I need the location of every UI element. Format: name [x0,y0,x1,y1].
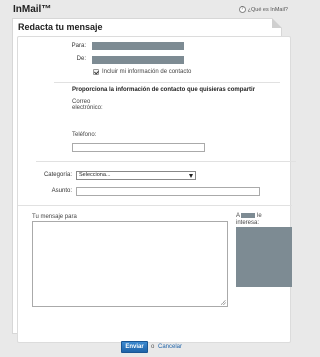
contact-heading: Proporciona la información de contacto q… [72,87,256,93]
compose-form: Para: De: Incluir mi información de cont… [17,36,296,343]
message-textarea[interactable] [32,221,228,307]
email-label: Correo electrónico: [72,99,103,111]
cancel-link[interactable]: Cancelar [158,344,182,350]
category-label: Categoría: [43,172,72,178]
sidebar-suffix: le [257,213,262,220]
send-button[interactable]: Enviar [121,341,148,353]
category-select[interactable]: Selecciona... [76,171,196,180]
card-title: Redacta tu mensaje [18,22,103,32]
sidebar-name-redacted [241,213,256,218]
compose-card: Redacta tu mensaje Para: De: Incluir mi … [12,18,296,343]
or-label: o [151,344,155,350]
divider [36,161,296,162]
top-bar: InMail™ ? ¿Qué es InMail? [0,0,300,18]
message-label: Tu mensaje para [32,214,77,220]
divider [18,205,292,206]
divider [54,82,280,83]
to-recipient-redacted [92,42,184,50]
page-curl-icon [272,18,282,28]
from-label: De: [76,56,86,62]
brand-title: InMail™ [13,4,52,15]
subject-label: Asunto: [51,188,72,194]
help-link[interactable]: ? ¿Qué es InMail? [238,6,288,13]
chevron-down-icon [189,174,193,178]
email-label-line2: electrónico: [72,105,103,111]
from-sender-redacted [92,56,184,64]
help-icon[interactable]: ? [238,6,246,13]
to-label: Para: [71,43,86,49]
help-label[interactable]: ¿Qué es InMail? [248,7,288,13]
include-contact-label[interactable]: Incluir mi información de contacto [102,69,191,75]
category-selected-value: Selecciona... [79,172,111,178]
subject-input[interactable] [76,187,260,196]
footer-actions: Enviar o Cancelar [0,336,300,357]
sidebar-caption: A le interesa: [236,213,262,227]
sidebar-image-redacted [236,227,292,287]
include-contact-checkbox[interactable] [93,69,99,75]
phone-input[interactable] [72,143,205,152]
resize-handle[interactable] [221,300,226,305]
sidebar-prefix: A [236,213,240,220]
phone-label: Teléfono: [72,132,97,138]
